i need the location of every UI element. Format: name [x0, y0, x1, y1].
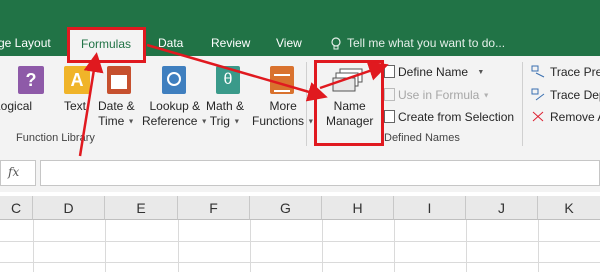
- arrow-to-define-name: [319, 61, 389, 90]
- arrow-to-formulas-tab: [78, 52, 104, 157]
- arrow-to-name-manager: [146, 43, 328, 102]
- annotation-arrows: [78, 43, 389, 157]
